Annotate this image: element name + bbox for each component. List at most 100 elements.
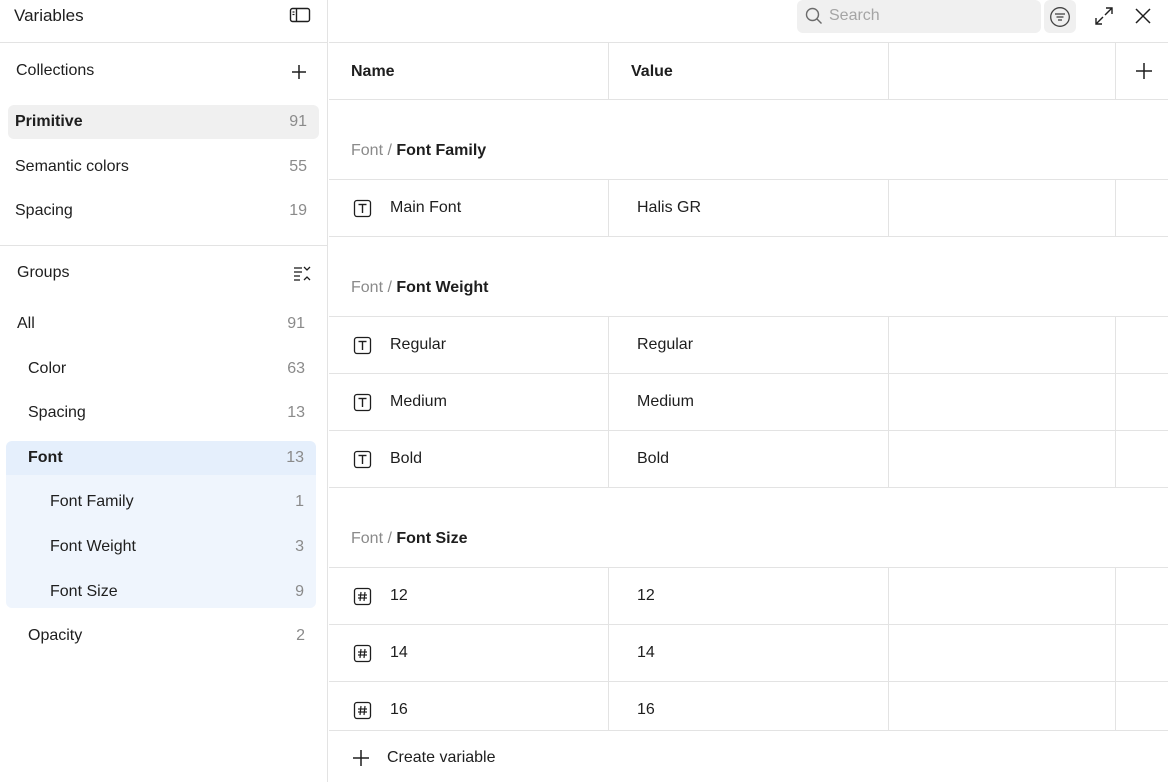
group-label: Color	[28, 360, 67, 377]
number-type-icon	[353, 587, 372, 606]
group-count: 3	[295, 538, 304, 555]
variable-name[interactable]: Regular	[390, 336, 446, 354]
variable-name[interactable]: 16	[390, 701, 408, 719]
toolbar	[329, 0, 1168, 43]
group-item-font-family[interactable]: Font Family 1	[6, 485, 316, 519]
column-divider	[888, 625, 889, 682]
collections-label: Collections	[16, 62, 95, 79]
variable-value[interactable]: Halis GR	[637, 199, 701, 217]
variables-table-panel: Name Value Font / Font Family Main Font …	[329, 0, 1168, 782]
variable-name[interactable]: 14	[390, 644, 408, 662]
variable-value[interactable]: Bold	[637, 450, 669, 468]
group-section-header: Font / Font Weight	[329, 237, 1168, 317]
table-row[interactable]: Main Font Halis GR	[329, 180, 1168, 237]
variable-name[interactable]: Medium	[390, 393, 447, 411]
variable-value[interactable]: 16	[637, 701, 655, 719]
create-variable-button[interactable]: Create variable	[329, 730, 1168, 782]
column-divider	[1115, 317, 1116, 374]
group-count: 13	[287, 404, 305, 421]
number-type-icon	[353, 701, 372, 720]
table-row[interactable]: Bold Bold	[329, 431, 1168, 488]
variable-name[interactable]: 12	[390, 587, 408, 605]
group-item-color[interactable]: Color 63	[6, 352, 317, 386]
add-column-plus-icon[interactable]	[1134, 61, 1154, 81]
collection-label: Semantic colors	[15, 158, 129, 175]
table-row[interactable]: 12 12	[329, 568, 1168, 625]
variable-value[interactable]: 14	[637, 644, 655, 662]
group-item-font-weight[interactable]: Font Weight 3	[6, 530, 316, 564]
column-divider	[608, 682, 609, 730]
filter-button[interactable]	[1044, 0, 1076, 33]
column-divider	[1115, 568, 1116, 625]
variables-sidebar: Variables Collections Primitive 91 Seman…	[0, 0, 328, 782]
column-divider	[888, 682, 889, 730]
collection-item-primitive[interactable]: Primitive 91	[8, 105, 319, 139]
search-input[interactable]	[829, 5, 1029, 27]
create-variable-label: Create variable	[387, 749, 496, 766]
collection-label: Primitive	[15, 113, 83, 130]
table-row[interactable]: Regular Regular	[329, 317, 1168, 374]
search-icon	[805, 7, 823, 25]
variable-value[interactable]: Medium	[637, 393, 694, 411]
text-type-icon	[353, 199, 372, 218]
column-divider	[888, 431, 889, 488]
variable-name[interactable]: Main Font	[390, 199, 461, 217]
column-divider	[1115, 180, 1116, 237]
column-divider	[608, 43, 609, 100]
group-count: 9	[295, 583, 304, 600]
group-path: Font / Font Weight	[351, 279, 489, 296]
filter-icon	[1050, 7, 1070, 27]
column-divider	[608, 374, 609, 431]
groups-header: Groups	[0, 254, 328, 294]
variable-name[interactable]: Bold	[390, 450, 422, 468]
column-divider	[1115, 43, 1116, 100]
column-divider	[1115, 682, 1116, 730]
group-item-opacity[interactable]: Opacity 2	[6, 619, 317, 653]
variable-value[interactable]: 12	[637, 587, 655, 605]
column-divider	[608, 317, 609, 374]
column-divider	[888, 374, 889, 431]
text-type-icon	[353, 450, 372, 469]
search-box[interactable]	[797, 0, 1041, 33]
add-collection-plus-icon[interactable]	[289, 62, 309, 82]
group-item-all[interactable]: All 91	[6, 307, 317, 341]
collection-item-semantic-colors[interactable]: Semantic colors 55	[8, 150, 319, 184]
table-row[interactable]: 14 14	[329, 625, 1168, 682]
expand-icon[interactable]	[1093, 5, 1115, 27]
variable-value[interactable]: Regular	[637, 336, 693, 354]
group-count: 13	[286, 449, 304, 466]
group-path: Font / Font Size	[351, 530, 468, 547]
column-divider	[608, 568, 609, 625]
sidebar-divider	[0, 245, 328, 246]
column-divider	[888, 43, 889, 100]
collapse-list-icon[interactable]	[292, 264, 312, 284]
group-label: Opacity	[28, 627, 83, 644]
column-divider	[608, 431, 609, 488]
column-header-name[interactable]: Name	[351, 63, 395, 81]
group-label: Font	[28, 449, 63, 466]
column-header-value[interactable]: Value	[631, 63, 673, 81]
plus-icon	[353, 750, 369, 766]
group-item-spacing[interactable]: Spacing 13	[6, 396, 317, 430]
column-divider	[888, 180, 889, 237]
table-row[interactable]: Medium Medium	[329, 374, 1168, 431]
collection-count: 19	[289, 202, 307, 219]
group-label: Spacing	[28, 404, 86, 421]
group-item-font[interactable]: Font 13	[6, 441, 316, 475]
collection-label: Spacing	[15, 202, 73, 219]
group-label: Font Size	[50, 583, 118, 600]
groups-label: Groups	[17, 264, 70, 281]
collection-item-spacing[interactable]: Spacing 19	[8, 194, 319, 228]
column-divider	[1115, 625, 1116, 682]
table-header: Name Value	[329, 43, 1168, 100]
text-type-icon	[353, 336, 372, 355]
sidebar-toggle-icon[interactable]	[289, 6, 311, 24]
column-divider	[608, 625, 609, 682]
group-item-font-size[interactable]: Font Size 9	[6, 575, 316, 609]
sidebar-header: Variables	[0, 0, 328, 43]
group-section-header: Font / Font Size	[329, 488, 1168, 568]
group-label: All	[17, 315, 35, 332]
column-divider	[608, 180, 609, 237]
close-icon[interactable]	[1132, 5, 1154, 27]
collection-count: 55	[289, 158, 307, 175]
